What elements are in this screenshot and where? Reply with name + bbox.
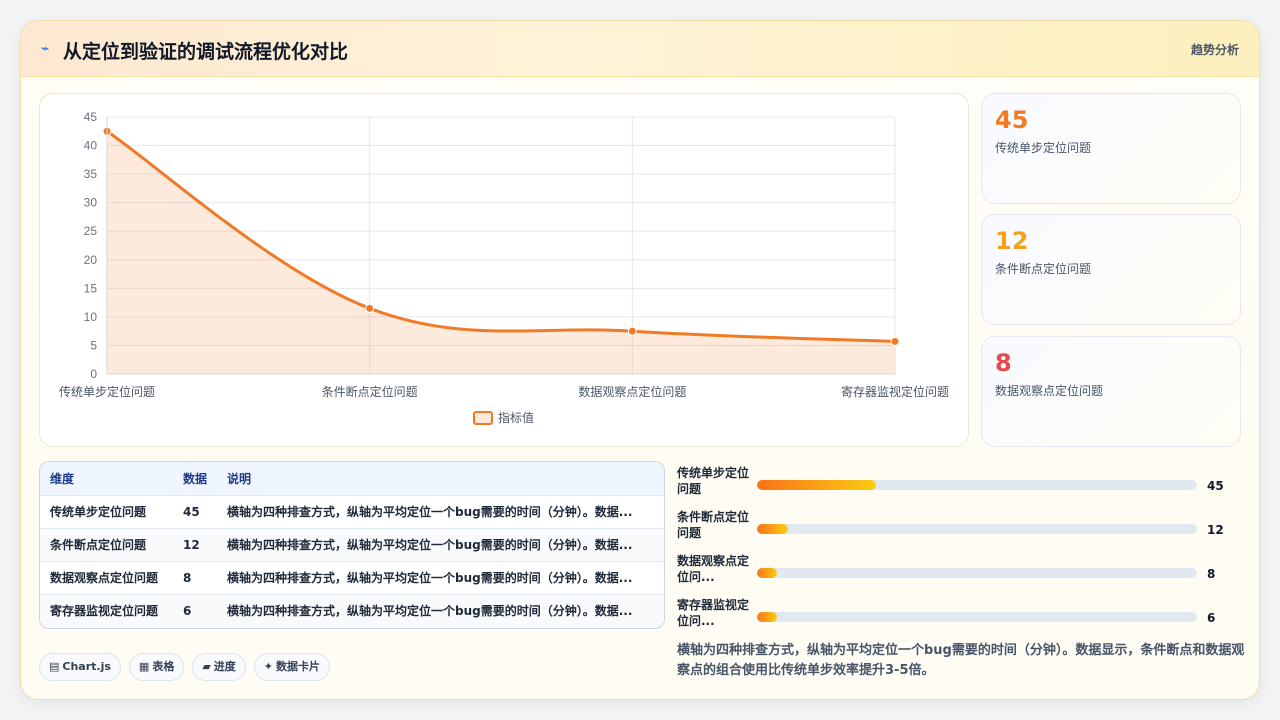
- stat-value: 45: [995, 106, 1029, 134]
- stat-card-3: 8 数据观察点定位问题: [981, 336, 1241, 447]
- table-cell-description: 横轴为四种排查方式，纵轴为平均定位一个bug需要的时间（分钟）。数据...: [227, 538, 633, 552]
- stat-label: 条件断点定位问题: [995, 262, 1092, 276]
- progress-row: 传统单步定位问题 45: [675, 461, 1241, 501]
- chip-table[interactable]: ▦ 表格: [128, 653, 185, 681]
- header-bar: ⌁ 从定位到验证的调试流程优化对比 趋势分析: [21, 21, 1259, 77]
- x-tick-label: 条件断点定位问题: [322, 384, 418, 399]
- area-chart: 0 5 10 15 20 25 30 35 40 45 传统单步定位问题 条件断点定位问题 数据观察点定…: [59, 110, 949, 425]
- progress-fill: [757, 480, 876, 490]
- progress-value: 6: [1207, 611, 1216, 625]
- chip-progress[interactable]: ▰ 进度: [192, 653, 246, 681]
- stat-value: 8: [995, 349, 1012, 377]
- y-tick-label: 5: [90, 338, 97, 352]
- table-cell-description: 横轴为四种排查方式，纵轴为平均定位一个bug需要的时间（分钟）。数据...: [227, 604, 633, 619]
- progress-label: 传统单步定位问题: [677, 466, 750, 496]
- y-tick-label: 35: [84, 167, 98, 181]
- column-header-description: 说明: [227, 471, 252, 486]
- progress-track: [757, 524, 1197, 534]
- table-cell-dimension: 寄存器监视定位问题: [50, 604, 159, 619]
- table-cell-dimension: 条件断点定位问题: [50, 538, 147, 552]
- table-icon: ▦: [138, 660, 150, 673]
- card-icon: ✦: [263, 660, 274, 673]
- stat-label: 传统单步定位问题: [995, 141, 1092, 155]
- table-row: 数据观察点定位问题 8 横轴为四种排查方式，纵轴为平均定位一个bug需要的时间（…: [40, 561, 664, 594]
- table-row: 寄存器监视定位问题 6 横轴为四种排查方式，纵轴为平均定位一个bug需要的时间（…: [40, 594, 664, 627]
- data-point: [627, 326, 637, 336]
- progress-panel: 传统单步定位问题 45 条件断点定位问题 12 数据观察点定位问... 8 寄存…: [675, 461, 1241, 631]
- legend-label: 指标值: [498, 410, 534, 425]
- table-cell-dimension: 传统单步定位问题: [50, 505, 147, 519]
- y-tick-label: 15: [84, 281, 98, 295]
- y-tick-label: 45: [84, 110, 98, 124]
- progress-track: [757, 612, 1197, 622]
- y-tick-label: 40: [84, 139, 98, 153]
- progress-value: 45: [1207, 479, 1224, 493]
- chip-data-card[interactable]: ✦ 数据卡片: [253, 653, 331, 681]
- table-cell-dimension: 数据观察点定位问题: [50, 571, 159, 585]
- chart-icon: ▤: [49, 660, 60, 673]
- lightning-icon: ⌁: [41, 41, 50, 57]
- x-tick-label: 数据观察点定位问题: [578, 384, 686, 399]
- summary-text: 横轴为四种排查方式，纵轴为平均定位一个bug需要的时间（分钟）。数据显示，条件断…: [677, 643, 1245, 678]
- chart-panel: 0 5 10 15 20 25 30 35 40 45 传统单步定位问题 条件断点定位问题 数据观察点定…: [39, 93, 969, 447]
- y-tick-label: 20: [84, 253, 98, 267]
- table-cell-data: 12: [183, 537, 200, 552]
- chip-label: 数据卡片: [276, 660, 321, 673]
- progress-track: [757, 480, 1197, 490]
- stat-label: 数据观察点定位问题: [995, 384, 1104, 398]
- chip-label: Chart.js: [62, 660, 111, 673]
- progress-label: 数据观察点定位问...: [677, 554, 750, 584]
- table-cell-data: 6: [183, 603, 192, 618]
- y-tick-label: 30: [84, 196, 98, 210]
- x-tick-label: 寄存器监视定位问题: [841, 384, 949, 399]
- progress-icon: ▰: [202, 660, 211, 673]
- chip-chartjs[interactable]: ▤ Chart.js: [39, 653, 121, 681]
- legend-swatch: [473, 411, 493, 425]
- progress-row: 条件断点定位问题 12: [675, 505, 1241, 545]
- progress-value: 12: [1207, 523, 1224, 537]
- chip-label: 表格: [152, 660, 175, 673]
- page-title: 从定位到验证的调试流程优化对比: [63, 41, 349, 63]
- dashboard-card: ⌁ 从定位到验证的调试流程优化对比 趋势分析 0 5 10 15 20 25 30 35 40 4…: [20, 20, 1260, 700]
- y-tick-label: 25: [84, 224, 98, 238]
- progress-fill: [757, 568, 777, 578]
- table-header-row: 维度 数据 说明: [40, 462, 664, 495]
- y-tick-label: 10: [84, 310, 98, 324]
- table-cell-data: 45: [183, 504, 200, 519]
- y-tick-label: 0: [90, 367, 97, 381]
- feature-chips: ▤ Chart.js ▦ 表格 ▰ 进度 ✦ 数据卡片: [39, 653, 338, 681]
- table-cell-description: 横轴为四种排查方式，纵轴为平均定位一个bug需要的时间（分钟）。数据...: [227, 571, 633, 585]
- progress-value: 8: [1207, 567, 1216, 581]
- trend-analysis-link[interactable]: 趋势分析: [1191, 41, 1239, 58]
- progress-label: 寄存器监视定位问...: [677, 598, 750, 628]
- stat-value: 12: [995, 227, 1029, 255]
- x-tick-label: 传统单步定位问题: [59, 384, 155, 399]
- progress-fill: [757, 524, 788, 534]
- progress-row: 寄存器监视定位问... 6: [675, 593, 1241, 633]
- progress-label: 条件断点定位问题: [677, 510, 750, 540]
- data-point: [890, 336, 900, 346]
- progress-track: [757, 568, 1197, 578]
- table-cell-data: 8: [183, 570, 192, 585]
- stat-card-1: 45 传统单步定位问题: [981, 93, 1241, 204]
- data-point: [365, 303, 375, 313]
- data-table: 维度 数据 说明 传统单步定位问题 45 横轴为四种排查方式，纵轴为平均定位一个…: [39, 461, 665, 629]
- column-header-dimension: 维度: [50, 471, 75, 486]
- table-cell-description: 横轴为四种排查方式，纵轴为平均定位一个bug需要的时间（分钟）。数据...: [227, 505, 633, 519]
- chip-label: 进度: [213, 660, 236, 673]
- progress-fill: [757, 612, 777, 622]
- column-header-data: 数据: [183, 471, 208, 486]
- progress-row: 数据观察点定位问... 8: [675, 549, 1241, 589]
- table-row: 传统单步定位问题 45 横轴为四种排查方式，纵轴为平均定位一个bug需要的时间（…: [40, 495, 664, 528]
- stat-card-2: 12 条件断点定位问题: [981, 214, 1241, 325]
- table-row: 条件断点定位问题 12 横轴为四种排查方式，纵轴为平均定位一个bug需要的时间（…: [40, 528, 664, 561]
